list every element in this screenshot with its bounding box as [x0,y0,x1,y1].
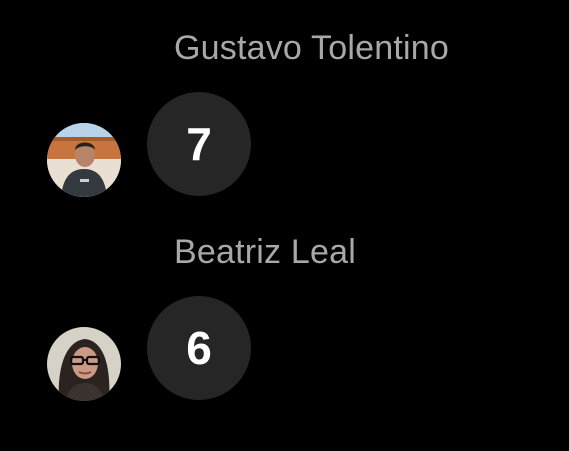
sender-name: Beatriz Leal [174,233,356,271]
avatar-photo-icon [47,327,121,401]
sender-avatar[interactable] [47,123,121,197]
sender-avatar[interactable] [47,327,121,401]
message-bubble[interactable]: 7 [147,92,251,196]
avatar-photo-icon [47,123,121,197]
message-thread: Gustavo Tolentino 7 Beatriz Leal 6 [0,0,569,451]
message-bubble[interactable]: 6 [147,296,251,400]
sender-name: Gustavo Tolentino [174,29,449,67]
